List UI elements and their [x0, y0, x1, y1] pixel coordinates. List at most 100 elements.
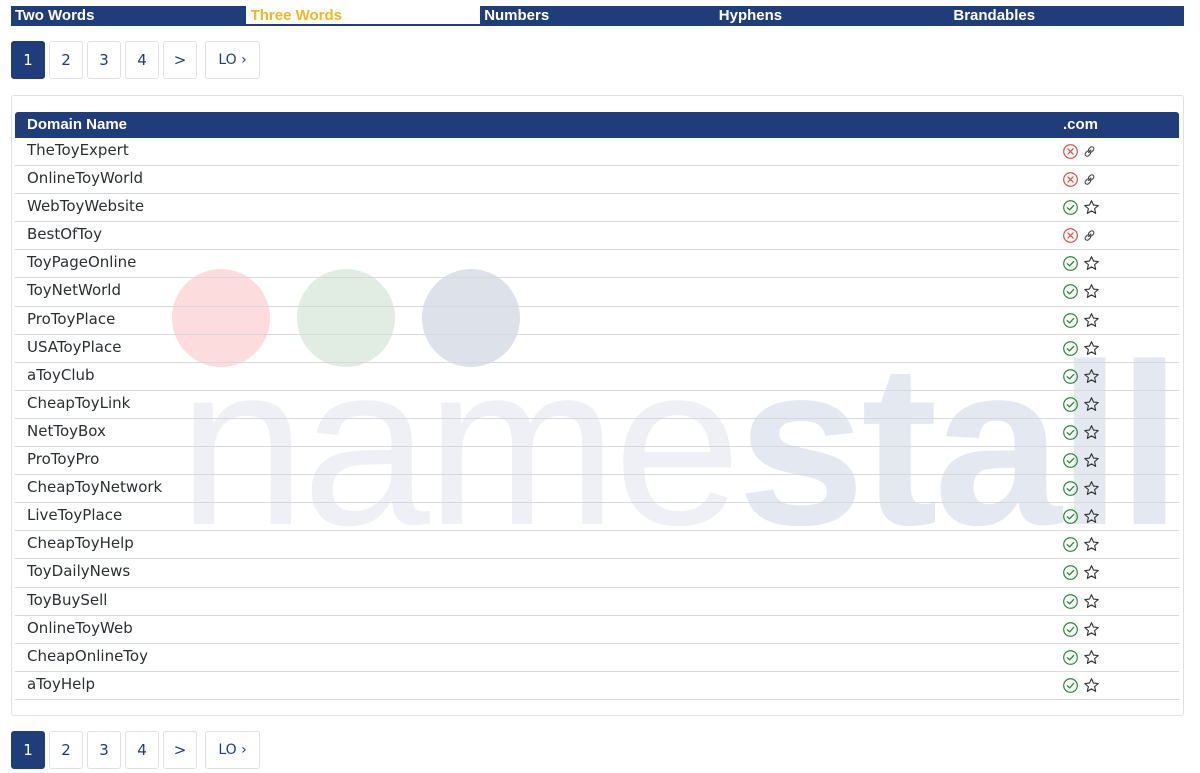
- table-row: ToyNetWorld: [15, 278, 1179, 307]
- com-status: [1062, 199, 1102, 217]
- page-3-button-top[interactable]: 3: [87, 41, 121, 79]
- domain-name[interactable]: ToyBuySell: [27, 591, 107, 609]
- domain-name[interactable]: aToyHelp: [27, 675, 95, 693]
- com-status: [1062, 564, 1102, 582]
- page-1-button-top[interactable]: 1: [11, 41, 45, 79]
- pagination-top: 1 2 3 4 > LO ›: [11, 41, 260, 79]
- page-4-button-bottom[interactable]: 4: [125, 731, 159, 769]
- star-icon[interactable]: [1083, 480, 1100, 497]
- tab-hyphens[interactable]: Hyphens: [715, 6, 950, 26]
- star-icon[interactable]: [1083, 199, 1100, 216]
- next-page-button-bottom[interactable]: >: [163, 731, 197, 769]
- x-circle-icon: [1062, 143, 1079, 160]
- com-status: [1062, 396, 1102, 414]
- check-circle-icon: [1062, 649, 1079, 666]
- tab-two-words[interactable]: Two Words: [11, 6, 246, 26]
- star-icon[interactable]: [1083, 340, 1100, 357]
- com-status: [1062, 452, 1102, 470]
- domain-name[interactable]: ToyPageOnline: [27, 253, 136, 271]
- check-circle-icon: [1062, 424, 1079, 441]
- category-tabs: Two Words Three Words Numbers Hyphens Branda…: [11, 6, 1184, 26]
- table-row: OnlineToyWorld: [15, 166, 1179, 195]
- column-header-domain-name: Domain Name: [27, 116, 128, 133]
- page-3-button-bottom[interactable]: 3: [87, 731, 121, 769]
- check-circle-icon: [1062, 312, 1079, 329]
- check-circle-icon: [1062, 368, 1079, 385]
- domain-name[interactable]: OnlineToyWorld: [27, 169, 143, 187]
- star-icon[interactable]: [1083, 452, 1100, 469]
- link-icon[interactable]: [1083, 227, 1100, 244]
- star-icon[interactable]: [1083, 677, 1100, 694]
- domain-name[interactable]: aToyClub: [27, 366, 95, 384]
- star-icon[interactable]: [1083, 396, 1100, 413]
- x-circle-icon: [1062, 227, 1079, 244]
- domain-name[interactable]: LiveToyPlace: [27, 506, 122, 524]
- star-icon[interactable]: [1083, 649, 1100, 666]
- page-2-button-top[interactable]: 2: [49, 41, 83, 79]
- domain-name[interactable]: BestOfToy: [27, 225, 102, 243]
- com-status: [1062, 621, 1102, 639]
- table-row: BestOfToy: [15, 222, 1179, 251]
- table-row: CheapToyLink: [15, 391, 1179, 419]
- page-4-button-top[interactable]: 4: [125, 41, 159, 79]
- table-row: ToyBuySell: [15, 588, 1179, 616]
- com-status: [1062, 312, 1102, 330]
- domain-name[interactable]: USAToyPlace: [27, 338, 121, 356]
- com-status: [1062, 171, 1102, 189]
- star-icon[interactable]: [1083, 255, 1100, 272]
- domain-name[interactable]: ToyNetWorld: [27, 281, 121, 299]
- check-circle-icon: [1062, 452, 1079, 469]
- table-row: WebToyWebsite: [15, 194, 1179, 223]
- domain-name[interactable]: CheapToyHelp: [27, 534, 134, 552]
- table-row: NetToyBox: [15, 419, 1179, 448]
- table-row: ProToyPlace: [15, 307, 1179, 335]
- domain-name[interactable]: CheapToyLink: [27, 394, 130, 412]
- page-1-button-bottom[interactable]: 1: [11, 731, 45, 769]
- table-header: Domain Name .com: [15, 112, 1179, 138]
- star-icon[interactable]: [1083, 424, 1100, 441]
- next-page-button-top[interactable]: >: [163, 41, 197, 79]
- star-icon[interactable]: [1083, 508, 1100, 525]
- domain-name[interactable]: ToyDailyNews: [27, 562, 130, 580]
- table-row: aToyClub: [15, 363, 1179, 391]
- com-status: [1062, 283, 1102, 301]
- star-icon[interactable]: [1083, 368, 1100, 385]
- com-status: [1062, 480, 1102, 498]
- check-circle-icon: [1062, 593, 1079, 610]
- domain-name[interactable]: TheToyExpert: [27, 141, 129, 159]
- domain-name[interactable]: CheapOnlineToy: [27, 647, 148, 665]
- domain-name[interactable]: ProToyPlace: [27, 310, 115, 328]
- domain-name[interactable]: WebToyWebsite: [27, 197, 144, 215]
- domain-list: TheToyExpert OnlineToyWorld WebToyWebsite B…: [15, 138, 1179, 700]
- extra-page-button-bottom[interactable]: LO ›: [205, 731, 260, 769]
- page-2-button-bottom[interactable]: 2: [49, 731, 83, 769]
- domain-name[interactable]: CheapToyNetwork: [27, 478, 162, 496]
- check-circle-icon: [1062, 564, 1079, 581]
- tab-brandables[interactable]: Brandables: [949, 6, 1184, 26]
- com-status: [1062, 424, 1102, 442]
- check-circle-icon: [1062, 536, 1079, 553]
- tab-three-words[interactable]: Three Words: [245, 6, 481, 26]
- com-status: [1062, 368, 1102, 386]
- com-status: [1062, 593, 1102, 611]
- check-circle-icon: [1062, 508, 1079, 525]
- table-row: TheToyExpert: [15, 138, 1179, 167]
- domain-name[interactable]: OnlineToyWeb: [27, 619, 133, 637]
- check-circle-icon: [1062, 255, 1079, 272]
- domain-name[interactable]: NetToyBox: [27, 422, 106, 440]
- link-icon[interactable]: [1083, 143, 1100, 160]
- link-icon[interactable]: [1083, 171, 1100, 188]
- star-icon[interactable]: [1083, 593, 1100, 610]
- star-icon[interactable]: [1083, 536, 1100, 553]
- tab-numbers[interactable]: Numbers: [480, 6, 715, 26]
- domain-name[interactable]: ProToyPro: [27, 450, 99, 468]
- table-row: OnlineToyWeb: [15, 616, 1179, 644]
- com-status: [1062, 143, 1102, 161]
- column-header-com: .com: [1063, 116, 1099, 133]
- star-icon[interactable]: [1083, 564, 1100, 581]
- star-icon[interactable]: [1083, 312, 1100, 329]
- extra-page-button-top[interactable]: LO ›: [205, 41, 260, 79]
- star-icon[interactable]: [1083, 621, 1100, 638]
- star-icon[interactable]: [1083, 283, 1100, 300]
- table-row: CheapOnlineToy: [15, 644, 1179, 672]
